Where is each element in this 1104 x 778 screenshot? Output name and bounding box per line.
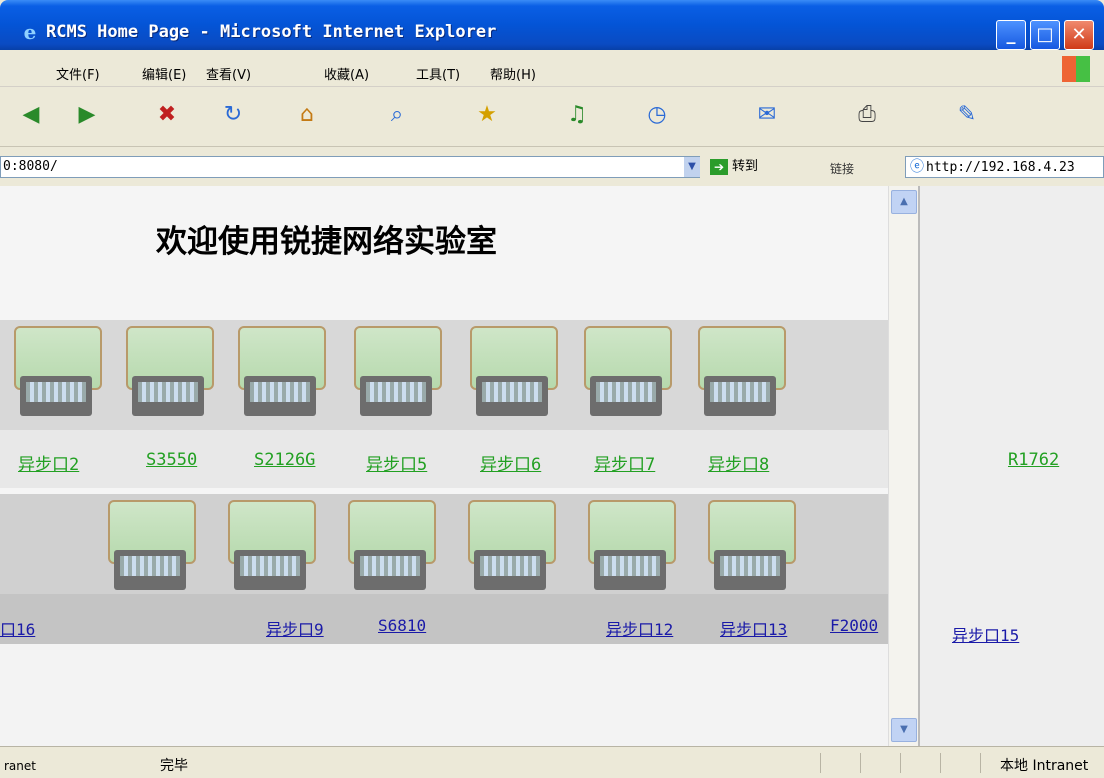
address-input[interactable]: 0:8080/ — [0, 156, 700, 178]
page-title: 欢迎使用锐捷网络实验室 — [156, 224, 497, 260]
second-url-text: http://192.168.4.23 — [926, 160, 1075, 175]
device-image[interactable] — [118, 320, 218, 430]
address-dropdown-icon[interactable]: ▼ — [684, 157, 700, 177]
go-label: 转到 — [732, 159, 759, 174]
window-title: RCMS Home Page - Microsoft Internet Expl… — [46, 22, 497, 42]
device-link[interactable]: 异步口7 — [594, 450, 655, 475]
home-icon[interactable]: ⌂ — [290, 98, 324, 132]
toolbar: ◀ ▶ ✖ ↻ ⌂ ⌕ ★ ♫ ◷ ✉ ⎙ ✎ — [0, 88, 1104, 147]
forward-icon[interactable]: ▶ — [70, 98, 104, 132]
scroll-up-icon[interactable]: ▲ — [891, 190, 917, 214]
print-icon[interactable]: ⎙ — [850, 98, 884, 132]
address-bar: 0:8080/ ▼ ➔ 转到 链接 ⓔ http://192.168.4.23 — [0, 148, 1104, 184]
history-icon[interactable]: ◷ — [640, 98, 674, 132]
device-row-2 — [0, 494, 888, 594]
zone-indicator: 本地 Intranet — [1000, 758, 1089, 774]
device-image[interactable] — [346, 320, 446, 430]
status-divider — [820, 753, 821, 773]
device-image[interactable] — [340, 494, 440, 604]
device-link[interactable]: S6810 — [378, 616, 426, 635]
device-link[interactable]: F2000 — [830, 616, 878, 635]
media-icon[interactable]: ♫ — [560, 98, 594, 132]
device-link[interactable]: 异步口8 — [708, 450, 769, 475]
title-bar[interactable]: e RCMS Home Page - Microsoft Internet Ex… — [0, 0, 1104, 50]
device-link[interactable]: 口16 — [0, 616, 35, 640]
device-link[interactable]: 异步口13 — [720, 616, 787, 640]
menu-bar: 文件(F) 编辑(E) 查看(V) 收藏(A) 工具(T) 帮助(H) — [0, 50, 1104, 87]
go-button[interactable]: ➔ 转到 — [710, 156, 758, 178]
device-image[interactable] — [700, 494, 800, 604]
mail-icon[interactable]: ✉ — [750, 98, 784, 132]
menu-file[interactable]: 文件(F) — [56, 64, 100, 83]
status-left-text: ranet — [4, 759, 36, 773]
go-arrow-icon: ➔ — [710, 158, 728, 175]
status-divider — [900, 753, 901, 773]
ie-logo-icon: e — [23, 20, 37, 44]
device-link-row-2: 口16 异步口9 S6810 异步口12 异步口13 F2000 — [0, 594, 888, 644]
device-image[interactable] — [6, 320, 106, 430]
device-image[interactable] — [220, 494, 320, 604]
status-divider — [980, 753, 981, 773]
browser-window: e RCMS Home Page - Microsoft Internet Ex… — [0, 0, 1104, 778]
menu-tools[interactable]: 工具(T) — [416, 64, 460, 83]
status-divider — [860, 753, 861, 773]
back-icon[interactable]: ◀ — [14, 98, 48, 132]
device-image[interactable] — [580, 494, 680, 604]
device-image[interactable] — [462, 320, 562, 430]
menu-help[interactable]: 帮助(H) — [490, 64, 536, 83]
second-address-input[interactable]: ⓔ http://192.168.4.23 — [905, 156, 1104, 178]
edit-icon[interactable]: ✎ — [950, 98, 984, 132]
device-link[interactable]: S2126G — [254, 450, 315, 470]
windows-flag-icon — [1062, 56, 1090, 82]
status-divider — [940, 753, 941, 773]
device-link[interactable]: S3550 — [146, 450, 197, 470]
device-image[interactable] — [100, 494, 200, 604]
device-image[interactable] — [690, 320, 790, 430]
search-icon[interactable]: ⌕ — [380, 98, 414, 132]
status-bar: ranet 完毕 本地 Intranet — [0, 746, 1104, 778]
vertical-scrollbar[interactable]: ▲ ▼ — [888, 186, 919, 746]
device-link[interactable]: 异步口6 — [480, 450, 541, 475]
links-label[interactable]: 链接 — [830, 160, 854, 177]
device-link[interactable]: 异步口12 — [606, 616, 673, 640]
refresh-icon[interactable]: ↻ — [216, 98, 250, 132]
content-blank-area — [0, 644, 888, 746]
device-link-row-1: 异步口2 S3550 S2126G 异步口5 异步口6 异步口7 异步口8 — [0, 430, 888, 488]
menu-favorites[interactable]: 收藏(A) — [324, 64, 369, 83]
scroll-down-icon[interactable]: ▼ — [891, 718, 917, 742]
device-row-1 — [0, 320, 888, 430]
menu-view[interactable]: 查看(V) — [206, 64, 251, 83]
device-image[interactable] — [230, 320, 330, 430]
device-link[interactable]: 异步口9 — [266, 616, 324, 640]
maximize-button[interactable]: □ — [1030, 20, 1060, 50]
favorites-icon[interactable]: ★ — [470, 98, 504, 132]
stop-icon[interactable]: ✖ — [150, 98, 184, 132]
page-icon: ⓔ — [910, 159, 924, 175]
device-link[interactable]: 异步口2 — [18, 450, 79, 475]
device-link[interactable]: 异步口5 — [366, 450, 427, 475]
device-image[interactable] — [576, 320, 676, 430]
close-button[interactable]: ✕ — [1064, 20, 1094, 50]
device-image[interactable] — [460, 494, 560, 604]
menu-edit[interactable]: 编辑(E) — [142, 64, 186, 83]
side-frame: R1762 异步口15 — [918, 186, 1104, 746]
status-text: 完毕 — [160, 758, 188, 774]
content-frame: 欢迎使用锐捷网络实验室 异步口2 S3550 S2126G 异步口5 异步口6 … — [0, 186, 888, 746]
device-link[interactable]: R1762 — [1008, 450, 1059, 470]
minimize-button[interactable]: _ — [996, 20, 1026, 50]
device-link[interactable]: 异步口15 — [952, 622, 1019, 646]
